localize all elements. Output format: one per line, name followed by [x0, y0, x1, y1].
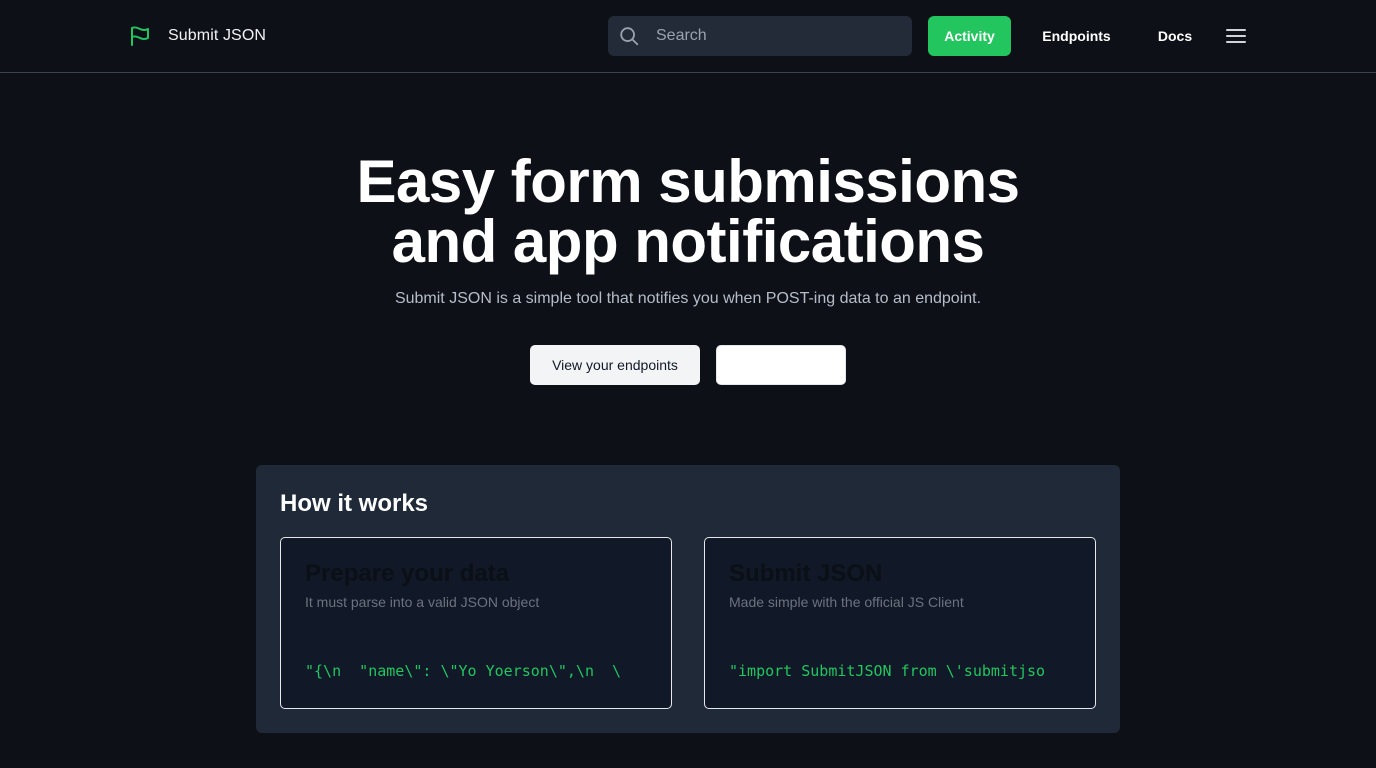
brand-link[interactable]: Submit JSON	[128, 22, 266, 50]
how-it-works-title: How it works	[280, 490, 429, 517]
code-snippet: "import SubmitJSON from \'submitjso	[729, 662, 1046, 680]
card-description: Made simple with the official JS Client	[729, 594, 964, 610]
view-endpoints-button[interactable]: View your endpoints	[530, 345, 700, 385]
search-box[interactable]	[608, 16, 912, 56]
how-it-works-panel: How it works Prepare your data It must p…	[256, 465, 1120, 733]
step-card-submit-json: Submit JSON Made simple with the officia…	[704, 537, 1096, 709]
step-card-prepare-data: Prepare your data It must parse into a v…	[280, 537, 672, 709]
nav-activity-button[interactable]: Activity	[928, 16, 1011, 56]
nav-endpoints-link[interactable]: Endpoints	[1027, 16, 1126, 56]
hamburger-menu-icon	[1226, 29, 1246, 43]
hero-title-line1: Easy form submissions	[356, 148, 1020, 215]
hero-subtitle: Submit JSON is a simple tool that notifi…	[394, 290, 982, 307]
nav-docs-link[interactable]: Docs	[1142, 16, 1208, 56]
top-navbar: Submit JSON Activity Endpoints Docs	[0, 0, 1376, 73]
search-input[interactable]	[656, 16, 906, 56]
brand-name: Submit JSON	[168, 27, 267, 44]
card-title: Prepare your data	[305, 560, 510, 587]
menu-button[interactable]	[1222, 22, 1250, 50]
search-icon	[620, 27, 639, 46]
card-description: It must parse into a valid JSON object	[305, 594, 540, 610]
secondary-cta-button[interactable]	[716, 345, 846, 385]
hero-title: Easy form submissions and app notificati…	[0, 152, 1376, 272]
code-snippet: "{\n "name\": \"Yo Yoerson\",\n \	[305, 662, 622, 680]
hero-title-line2: and app notifications	[391, 208, 985, 275]
flag-icon	[131, 26, 149, 46]
card-title: Submit JSON	[729, 560, 883, 587]
